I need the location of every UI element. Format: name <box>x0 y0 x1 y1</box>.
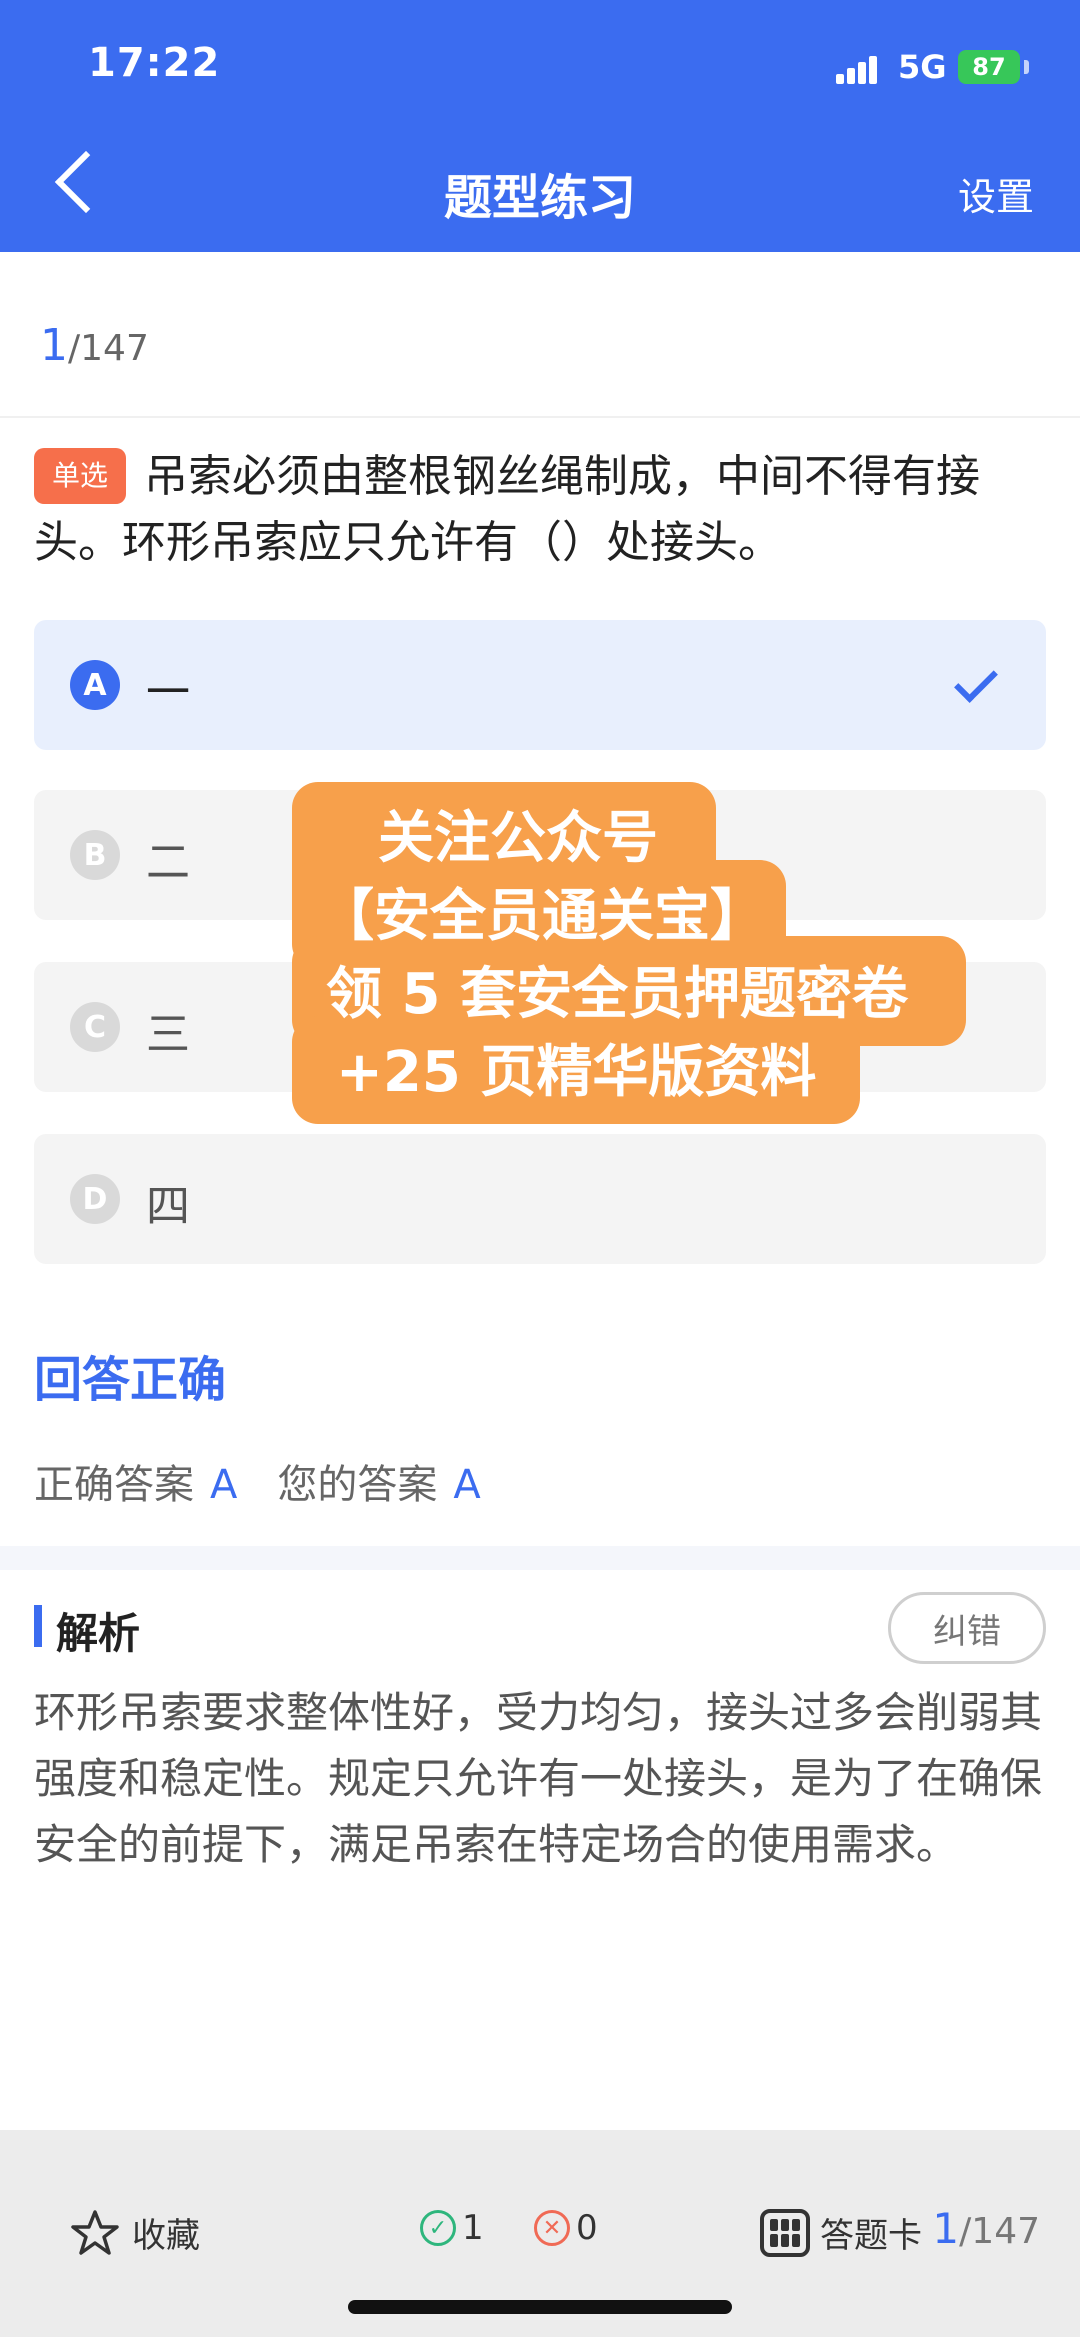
option-text: 四 <box>146 1181 190 1232</box>
correct-count: ✓ 1 <box>420 2208 484 2248</box>
settings-button[interactable]: 设置 <box>958 166 1034 221</box>
answer-summary: 正确答案 A 您的答案 A <box>34 1452 521 1510</box>
battery-icon: 87 <box>958 50 1020 84</box>
answer-card-button[interactable]: 答题卡 <box>760 2208 922 2257</box>
promo-line: 领 5 套安全员押题密卷 <box>326 962 908 1027</box>
option-text: 一 <box>146 667 190 718</box>
favorite-button[interactable]: 收藏 <box>70 2208 200 2257</box>
promo-line: 关注公众号 <box>378 806 658 871</box>
option-text: 三 <box>146 1009 190 1060</box>
status-time: 17:22 <box>88 40 221 86</box>
question-type-badge: 单选 <box>34 448 127 504</box>
star-icon <box>71 2209 119 2255</box>
section-separator <box>0 1546 1080 1570</box>
x-circle-icon: ✕ <box>534 2210 570 2246</box>
option-text: 二 <box>146 837 190 888</box>
practice-page: 17:22 5G 87 题型练习 设置 1/147 单选 吊索必须由整根钢丝绳制成… <box>0 0 1080 2337</box>
bottom-progress-current: 1 <box>932 2204 960 2253</box>
bottom-progress-total: /147 <box>959 2211 1040 2252</box>
grid-icon <box>760 2208 810 2257</box>
option-letter: D <box>70 1174 120 1224</box>
top-header: 17:22 5G 87 题型练习 设置 <box>0 0 1080 252</box>
question-progress: 1/147 <box>40 320 149 371</box>
question-stem: 单选 吊索必须由整根钢丝绳制成，中间不得有接头。环形吊索应只允许有（）处接头。 <box>34 444 1044 576</box>
signal-icon <box>836 56 886 84</box>
analysis-text: 环形吊索要求整体性好，受力均匀，接头过多会削弱其强度和稳定性。规定只允许有一处接… <box>34 1688 1043 1869</box>
your-answer-label: 您的答案 <box>277 1462 438 1508</box>
answer-card-label: 答题卡 <box>820 2216 922 2256</box>
wrong-count-value: 0 <box>576 2208 598 2248</box>
bottom-progress: 1/147 <box>932 2204 1040 2253</box>
network-type: 5G <box>898 48 947 86</box>
progress-total: /147 <box>68 328 149 369</box>
check-circle-icon: ✓ <box>420 2210 456 2246</box>
divider <box>0 416 1080 418</box>
home-indicator <box>348 2300 732 2314</box>
answer-result: 回答正确 <box>34 1352 227 1408</box>
report-error-button[interactable]: 纠错 <box>888 1592 1046 1664</box>
question-text: 吊索必须由整根钢丝绳制成，中间不得有接头。环形吊索应只允许有（）处接头。 <box>34 451 981 568</box>
option-a[interactable]: A 一 <box>34 620 1046 750</box>
page-title: 题型练习 <box>443 170 636 226</box>
favorite-label: 收藏 <box>132 2216 200 2256</box>
checkmark-icon <box>954 659 998 703</box>
battery-tip <box>1024 60 1029 74</box>
progress-current: 1 <box>40 320 68 371</box>
option-letter: B <box>70 830 120 880</box>
analysis-accent-bar <box>34 1605 42 1647</box>
wrong-count: ✕ 0 <box>534 2208 598 2248</box>
promo-line: +25 页精华版资料 <box>336 1040 817 1105</box>
analysis-title: 解析 <box>56 1609 141 1658</box>
correct-answer-value: A <box>210 1462 238 1508</box>
correct-count-value: 1 <box>462 2208 484 2248</box>
option-d[interactable]: D 四 <box>34 1134 1046 1264</box>
your-answer-value: A <box>453 1462 481 1508</box>
option-letter: C <box>70 1002 120 1052</box>
option-letter: A <box>70 660 120 710</box>
correct-answer-label: 正确答案 <box>34 1462 194 1508</box>
promo-line: 【安全员通关宝】 <box>318 884 766 949</box>
